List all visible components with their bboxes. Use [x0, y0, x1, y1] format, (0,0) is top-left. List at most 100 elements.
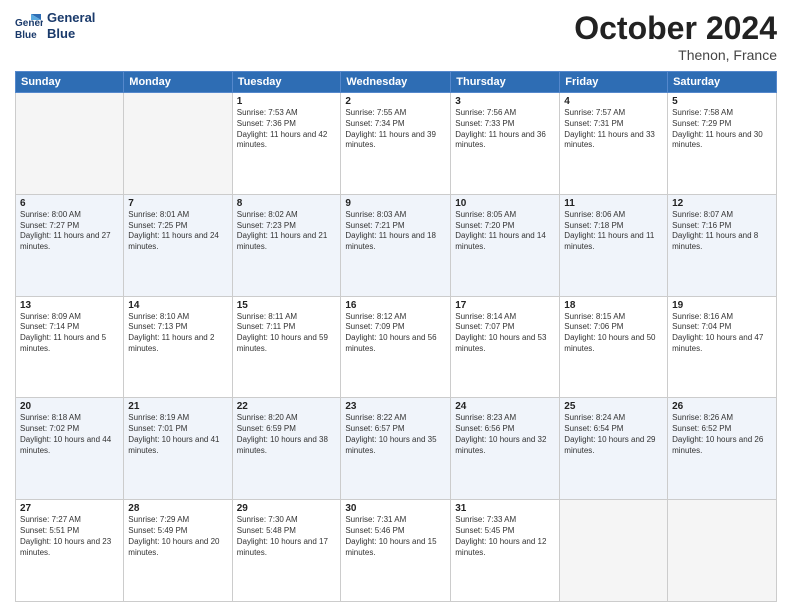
day-number: 5: [672, 96, 772, 107]
weekday-header-friday: Friday: [560, 72, 668, 93]
calendar-cell: 29Sunrise: 7:30 AMSunset: 5:48 PMDayligh…: [232, 500, 341, 602]
day-info: Sunrise: 8:00 AMSunset: 7:27 PMDaylight:…: [20, 210, 119, 253]
day-number: 18: [564, 300, 663, 311]
day-number: 27: [20, 503, 119, 514]
day-info: Sunrise: 8:12 AMSunset: 7:09 PMDaylight:…: [345, 312, 446, 355]
day-info: Sunrise: 8:15 AMSunset: 7:06 PMDaylight:…: [564, 312, 663, 355]
day-number: 19: [672, 300, 772, 311]
day-number: 16: [345, 300, 446, 311]
day-info: Sunrise: 7:57 AMSunset: 7:31 PMDaylight:…: [564, 108, 663, 151]
calendar-cell: 30Sunrise: 7:31 AMSunset: 5:46 PMDayligh…: [341, 500, 451, 602]
weekday-header-tuesday: Tuesday: [232, 72, 341, 93]
calendar-cell: 27Sunrise: 7:27 AMSunset: 5:51 PMDayligh…: [16, 500, 124, 602]
day-info: Sunrise: 7:56 AMSunset: 7:33 PMDaylight:…: [455, 108, 555, 151]
day-number: 10: [455, 198, 555, 209]
calendar-row-4: 20Sunrise: 8:18 AMSunset: 7:02 PMDayligh…: [16, 398, 777, 500]
day-info: Sunrise: 7:30 AMSunset: 5:48 PMDaylight:…: [237, 515, 337, 558]
calendar-cell: 7Sunrise: 8:01 AMSunset: 7:25 PMDaylight…: [124, 194, 232, 296]
day-number: 25: [564, 401, 663, 412]
day-number: 8: [237, 198, 337, 209]
page: General Blue General Blue October 2024 T…: [0, 0, 792, 612]
day-info: Sunrise: 7:53 AMSunset: 7:36 PMDaylight:…: [237, 108, 337, 151]
day-number: 24: [455, 401, 555, 412]
calendar-cell: 25Sunrise: 8:24 AMSunset: 6:54 PMDayligh…: [560, 398, 668, 500]
weekday-header-row: SundayMondayTuesdayWednesdayThursdayFrid…: [16, 72, 777, 93]
calendar-row-3: 13Sunrise: 8:09 AMSunset: 7:14 PMDayligh…: [16, 296, 777, 398]
calendar-cell: 5Sunrise: 7:58 AMSunset: 7:29 PMDaylight…: [668, 93, 777, 195]
day-info: Sunrise: 8:19 AMSunset: 7:01 PMDaylight:…: [128, 413, 227, 456]
calendar-cell: 24Sunrise: 8:23 AMSunset: 6:56 PMDayligh…: [451, 398, 560, 500]
day-info: Sunrise: 8:07 AMSunset: 7:16 PMDaylight:…: [672, 210, 772, 253]
day-number: 30: [345, 503, 446, 514]
day-number: 9: [345, 198, 446, 209]
calendar-cell: [124, 93, 232, 195]
day-info: Sunrise: 8:24 AMSunset: 6:54 PMDaylight:…: [564, 413, 663, 456]
day-info: Sunrise: 8:03 AMSunset: 7:21 PMDaylight:…: [345, 210, 446, 253]
day-number: 23: [345, 401, 446, 412]
month-title: October 2024: [574, 10, 777, 47]
calendar-cell: 14Sunrise: 8:10 AMSunset: 7:13 PMDayligh…: [124, 296, 232, 398]
day-info: Sunrise: 7:33 AMSunset: 5:45 PMDaylight:…: [455, 515, 555, 558]
calendar-cell: 1Sunrise: 7:53 AMSunset: 7:36 PMDaylight…: [232, 93, 341, 195]
day-number: 4: [564, 96, 663, 107]
calendar-cell: 9Sunrise: 8:03 AMSunset: 7:21 PMDaylight…: [341, 194, 451, 296]
day-number: 22: [237, 401, 337, 412]
calendar-cell: 22Sunrise: 8:20 AMSunset: 6:59 PMDayligh…: [232, 398, 341, 500]
calendar-cell: 2Sunrise: 7:55 AMSunset: 7:34 PMDaylight…: [341, 93, 451, 195]
logo-text-line1: General: [47, 10, 95, 26]
day-info: Sunrise: 7:29 AMSunset: 5:49 PMDaylight:…: [128, 515, 227, 558]
svg-text:Blue: Blue: [15, 30, 37, 40]
day-info: Sunrise: 8:14 AMSunset: 7:07 PMDaylight:…: [455, 312, 555, 355]
calendar-cell: 13Sunrise: 8:09 AMSunset: 7:14 PMDayligh…: [16, 296, 124, 398]
day-info: Sunrise: 8:26 AMSunset: 6:52 PMDaylight:…: [672, 413, 772, 456]
day-number: 15: [237, 300, 337, 311]
day-number: 20: [20, 401, 119, 412]
calendar-cell: 26Sunrise: 8:26 AMSunset: 6:52 PMDayligh…: [668, 398, 777, 500]
day-number: 11: [564, 198, 663, 209]
day-info: Sunrise: 8:18 AMSunset: 7:02 PMDaylight:…: [20, 413, 119, 456]
day-number: 12: [672, 198, 772, 209]
day-info: Sunrise: 8:02 AMSunset: 7:23 PMDaylight:…: [237, 210, 337, 253]
calendar-cell: 23Sunrise: 8:22 AMSunset: 6:57 PMDayligh…: [341, 398, 451, 500]
calendar-cell: 18Sunrise: 8:15 AMSunset: 7:06 PMDayligh…: [560, 296, 668, 398]
day-number: 29: [237, 503, 337, 514]
day-info: Sunrise: 8:23 AMSunset: 6:56 PMDaylight:…: [455, 413, 555, 456]
day-info: Sunrise: 8:05 AMSunset: 7:20 PMDaylight:…: [455, 210, 555, 253]
weekday-header-saturday: Saturday: [668, 72, 777, 93]
day-info: Sunrise: 8:09 AMSunset: 7:14 PMDaylight:…: [20, 312, 119, 355]
day-info: Sunrise: 7:58 AMSunset: 7:29 PMDaylight:…: [672, 108, 772, 151]
day-number: 3: [455, 96, 555, 107]
calendar-cell: 31Sunrise: 7:33 AMSunset: 5:45 PMDayligh…: [451, 500, 560, 602]
day-info: Sunrise: 8:16 AMSunset: 7:04 PMDaylight:…: [672, 312, 772, 355]
day-info: Sunrise: 8:01 AMSunset: 7:25 PMDaylight:…: [128, 210, 227, 253]
calendar-cell: 10Sunrise: 8:05 AMSunset: 7:20 PMDayligh…: [451, 194, 560, 296]
day-info: Sunrise: 8:10 AMSunset: 7:13 PMDaylight:…: [128, 312, 227, 355]
calendar-cell: 21Sunrise: 8:19 AMSunset: 7:01 PMDayligh…: [124, 398, 232, 500]
day-number: 13: [20, 300, 119, 311]
calendar-cell: 19Sunrise: 8:16 AMSunset: 7:04 PMDayligh…: [668, 296, 777, 398]
day-number: 31: [455, 503, 555, 514]
day-info: Sunrise: 7:31 AMSunset: 5:46 PMDaylight:…: [345, 515, 446, 558]
weekday-header-sunday: Sunday: [16, 72, 124, 93]
day-number: 7: [128, 198, 227, 209]
calendar-row-5: 27Sunrise: 7:27 AMSunset: 5:51 PMDayligh…: [16, 500, 777, 602]
calendar-cell: 12Sunrise: 8:07 AMSunset: 7:16 PMDayligh…: [668, 194, 777, 296]
calendar-table: SundayMondayTuesdayWednesdayThursdayFrid…: [15, 71, 777, 602]
weekday-header-thursday: Thursday: [451, 72, 560, 93]
location: Thenon, France: [574, 47, 777, 63]
calendar-cell: 16Sunrise: 8:12 AMSunset: 7:09 PMDayligh…: [341, 296, 451, 398]
calendar-cell: 28Sunrise: 7:29 AMSunset: 5:49 PMDayligh…: [124, 500, 232, 602]
calendar-cell: 3Sunrise: 7:56 AMSunset: 7:33 PMDaylight…: [451, 93, 560, 195]
day-number: 1: [237, 96, 337, 107]
title-section: October 2024 Thenon, France: [574, 10, 777, 63]
day-info: Sunrise: 8:20 AMSunset: 6:59 PMDaylight:…: [237, 413, 337, 456]
day-number: 28: [128, 503, 227, 514]
weekday-header-monday: Monday: [124, 72, 232, 93]
logo-text-line2: Blue: [47, 26, 95, 42]
calendar-row-1: 1Sunrise: 7:53 AMSunset: 7:36 PMDaylight…: [16, 93, 777, 195]
day-number: 26: [672, 401, 772, 412]
calendar-cell: 15Sunrise: 8:11 AMSunset: 7:11 PMDayligh…: [232, 296, 341, 398]
header: General Blue General Blue October 2024 T…: [15, 10, 777, 63]
calendar-cell: [560, 500, 668, 602]
calendar-cell: 8Sunrise: 8:02 AMSunset: 7:23 PMDaylight…: [232, 194, 341, 296]
